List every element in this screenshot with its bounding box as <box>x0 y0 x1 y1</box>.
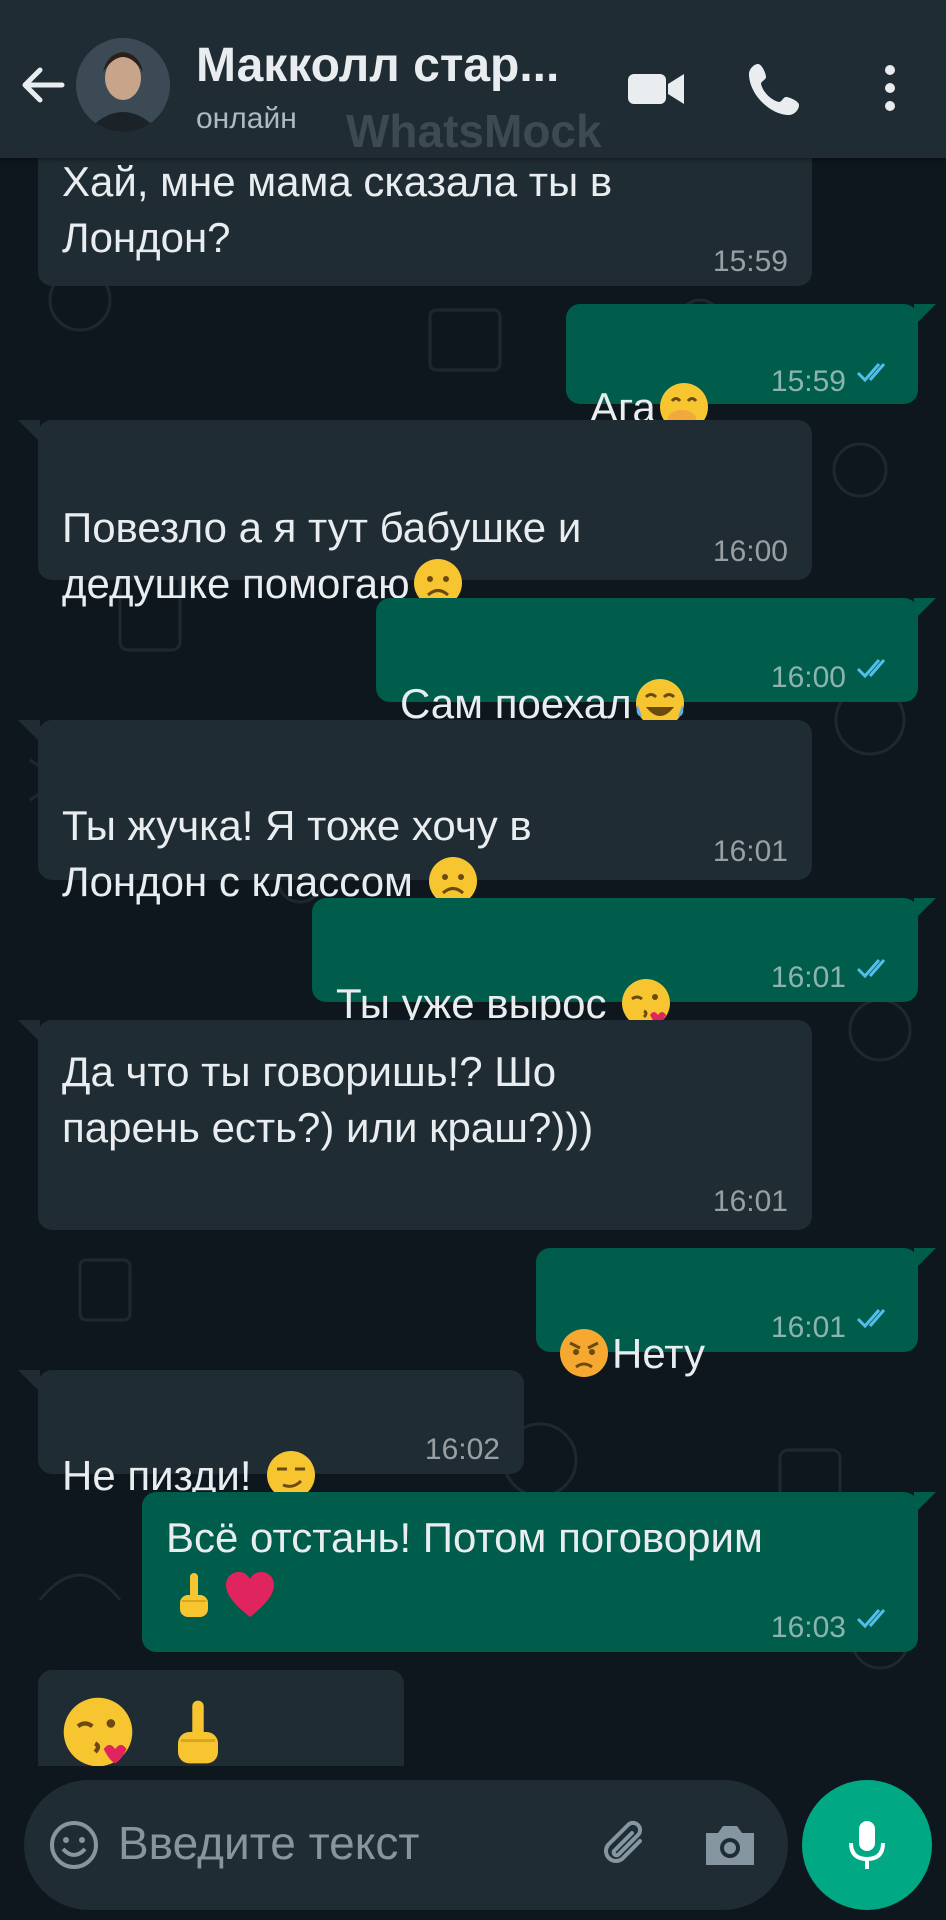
bubble-tail <box>38 1670 40 1692</box>
attach-icon[interactable] <box>596 1815 656 1875</box>
message-time: 16:00 <box>770 661 846 694</box>
video-call-icon[interactable] <box>624 56 688 120</box>
contact-status: онлайн <box>196 102 297 135</box>
kissing-heart-emoji-icon <box>63 1697 133 1766</box>
angry-face-emoji-icon <box>560 1328 608 1377</box>
middle-finger-emoji-icon <box>180 1572 208 1617</box>
more-options-icon[interactable] <box>858 56 922 120</box>
read-ticks-icon <box>856 659 886 679</box>
message-text: Ты уже вырос <box>336 920 674 1035</box>
message-incoming[interactable]: Не пизди! 16:02 <box>18 1370 524 1499</box>
watermark: WhatsMock <box>346 105 602 157</box>
bubble-tail <box>18 720 40 742</box>
message-incoming[interactable]: Да что ты говоришь!? Шо парень есть?) ил… <box>18 1020 812 1230</box>
message-incoming[interactable]: 16:03 <box>38 1670 404 1766</box>
message-time: 15:59 <box>712 245 788 278</box>
avatar[interactable] <box>76 38 170 132</box>
bubble-tail <box>18 1020 40 1042</box>
message-outgoing[interactable]: Всё отстань! Потом поговорим 16:03 <box>142 1492 936 1652</box>
message-time: 16:00 <box>712 535 788 568</box>
chat-header: Макколл стар... онлайн WhatsMock <box>0 0 946 158</box>
read-ticks-icon <box>856 363 886 383</box>
read-ticks-icon <box>856 959 886 979</box>
message-outgoing[interactable]: Ты уже вырос 16:01 <box>312 898 936 1027</box>
middle-finger-emoji-icon <box>178 1700 218 1764</box>
message-incoming[interactable]: Повезло а я тут бабушке и дедушке помога… <box>18 420 812 607</box>
red-heart-emoji-icon <box>226 1571 274 1617</box>
message-outgoing[interactable]: Сам поехал 16:00 <box>376 598 936 727</box>
message-time: 16:01 <box>770 961 846 994</box>
message-text: Хай, мне мама сказала ты в Лондон? <box>62 158 613 261</box>
read-ticks-icon <box>856 1609 886 1629</box>
message-outgoing[interactable]: Нету 16:01 <box>536 1248 936 1377</box>
mic-button[interactable] <box>802 1780 932 1910</box>
bubble-tail <box>914 598 936 620</box>
chat-screen: Макколл стар... онлайн WhatsMock Хай, мн… <box>0 0 946 1920</box>
message-time: 16:03 <box>305 1752 380 1766</box>
message-text: Сам поехал <box>400 620 688 735</box>
message-text: Повезло а я тут бабушке и дедушке помога… <box>62 444 581 615</box>
message-text: Всё отстань! Потом поговорим <box>166 1514 763 1561</box>
mic-icon <box>849 1821 885 1869</box>
message-time: 16:03 <box>770 1611 846 1644</box>
message-incoming[interactable]: Ты жучка! Я тоже хочу в Лондон с классом… <box>18 720 812 905</box>
bubble-tail <box>914 1492 936 1514</box>
camera-icon[interactable] <box>700 1815 760 1875</box>
message-text: Не пизди! <box>62 1392 319 1507</box>
bubble-tail <box>18 420 40 442</box>
message-text-content: Повезло а я тут бабушке и дедушке помога… <box>62 504 582 607</box>
message-time: 16:01 <box>770 1311 846 1344</box>
contact-name[interactable]: Макколл стар... <box>196 38 559 93</box>
message-input[interactable]: Введите текст <box>118 1816 419 1870</box>
message-text: Нету <box>556 1270 705 1385</box>
bubble-tail <box>914 304 936 326</box>
message-time: 16:01 <box>712 835 788 868</box>
message-emojis <box>58 1692 238 1766</box>
bubble-tail <box>914 898 936 920</box>
message-text: Да что ты говоришь!? Шо парень есть?) ил… <box>62 1048 594 1151</box>
bubble-tail <box>914 1248 936 1270</box>
bubble-tail <box>18 1370 40 1392</box>
message-text: Ты жучка! Я тоже хочу в Лондон с классом <box>62 742 532 913</box>
message-time: 16:02 <box>424 1433 500 1466</box>
message-time: 16:01 <box>712 1185 788 1218</box>
message-text-content: Нету <box>612 1330 706 1377</box>
message-outgoing[interactable]: Ага 15:59 <box>566 304 936 431</box>
read-ticks-icon <box>856 1309 886 1329</box>
message-emojis <box>166 1568 278 1627</box>
message-input-bar[interactable]: Введите текст <box>24 1780 788 1910</box>
emoji-icon[interactable] <box>46 1817 102 1873</box>
phone-icon[interactable] <box>744 56 808 120</box>
message-time: 15:59 <box>770 365 846 398</box>
back-arrow-icon[interactable] <box>18 60 68 110</box>
